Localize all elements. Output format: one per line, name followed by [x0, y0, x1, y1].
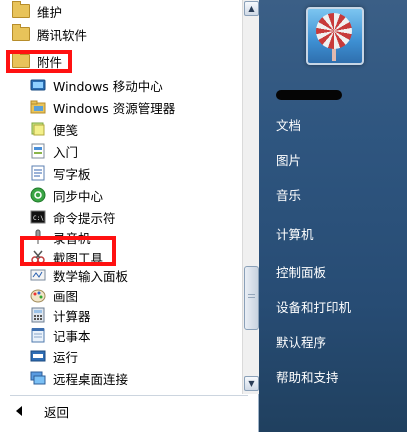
program-label: 数学输入面板: [53, 268, 129, 284]
highlight-box-snipping-tool: [20, 236, 116, 266]
program-label: 记事本: [53, 328, 91, 344]
explorer-icon: [30, 99, 46, 115]
scroll-up-icon[interactable]: ▲: [244, 1, 259, 16]
program-item-paint[interactable]: 画图: [30, 284, 242, 306]
program-label: 画图: [53, 288, 79, 304]
program-label: 运行: [53, 349, 79, 365]
scroll-down-icon[interactable]: ▼: [244, 376, 259, 391]
program-label: 远程桌面连接: [53, 371, 129, 387]
program-item-explorer[interactable]: Windows 资源管理器: [30, 96, 242, 118]
program-item-calculator[interactable]: 计算器: [30, 304, 242, 326]
program-label: 入门: [53, 144, 79, 160]
program-item-getting-started[interactable]: 入门: [30, 140, 242, 162]
program-item-run[interactable]: 运行: [30, 345, 242, 367]
program-label: 同步中心: [53, 188, 104, 204]
program-item-math-input[interactable]: 数学输入面板: [30, 264, 242, 286]
program-item-mobility-center[interactable]: Windows 移动中心: [30, 74, 242, 96]
back-button[interactable]: 返回: [12, 400, 242, 422]
mobility-center-icon: [30, 77, 46, 93]
link-help-support[interactable]: 帮助和支持: [276, 367, 339, 389]
link-documents[interactable]: 文档: [276, 115, 301, 137]
highlight-box-accessories: [6, 50, 72, 73]
user-avatar[interactable]: [306, 7, 364, 65]
program-item-notepad[interactable]: 记事本: [30, 324, 242, 346]
program-label: Windows 移动中心: [53, 78, 163, 94]
divider: [10, 395, 248, 396]
link-music[interactable]: 音乐: [276, 185, 301, 207]
avatar-pinwheel: [316, 13, 352, 49]
run-icon: [30, 348, 46, 364]
link-control-panel[interactable]: 控制面板: [276, 262, 326, 284]
program-item-maintenance[interactable]: 维护: [12, 0, 242, 22]
getting-started-icon: [30, 143, 46, 159]
program-label: 命令提示符: [53, 210, 116, 226]
username-redacted: [276, 90, 342, 100]
math-input-icon: [30, 267, 46, 283]
cmd-icon: C:\: [30, 209, 46, 225]
remote-desktop-icon: [30, 370, 46, 386]
notepad-icon: [30, 327, 46, 343]
program-label: 维护: [37, 4, 63, 20]
sync-center-icon: [30, 187, 46, 203]
program-label: Windows 资源管理器: [53, 100, 176, 116]
scrollbar-thumb[interactable]: [244, 266, 259, 330]
program-label: 计算器: [53, 308, 91, 324]
program-item-tencent[interactable]: 腾讯软件: [12, 23, 242, 45]
program-label: 写字板: [53, 166, 91, 182]
wordpad-icon: [30, 165, 46, 181]
program-item-remote-desktop[interactable]: 远程桌面连接: [30, 367, 242, 389]
program-label: 腾讯软件: [37, 27, 88, 43]
programs-scrollbar[interactable]: ▲ ▼: [242, 0, 259, 394]
link-devices-printers[interactable]: 设备和打印机: [276, 297, 351, 319]
program-label: 便笺: [53, 122, 79, 138]
sticky-notes-icon: [30, 121, 46, 137]
program-item-sticky-notes[interactable]: 便笺: [30, 118, 242, 140]
programs-list: 维护 腾讯软件 附件 Windows 移动中心 Windows 资源管理器 便笺…: [0, 0, 242, 394]
link-pictures[interactable]: 图片: [276, 150, 301, 172]
program-item-wordpad[interactable]: 写字板: [30, 162, 242, 184]
programs-panel: 维护 腾讯软件 附件 Windows 移动中心 Windows 资源管理器 便笺…: [0, 0, 259, 432]
paint-icon: [30, 287, 46, 303]
link-default-programs[interactable]: 默认程序: [276, 332, 326, 354]
calculator-icon: [30, 307, 46, 323]
folder-icon: [12, 1, 30, 18]
back-arrow-icon: [16, 406, 22, 416]
program-item-cmd[interactable]: C:\ 命令提示符: [30, 206, 242, 228]
link-computer[interactable]: 计算机: [276, 224, 314, 246]
program-item-sync-center[interactable]: 同步中心: [30, 184, 242, 206]
back-label: 返回: [44, 404, 70, 420]
svg-text:C:\: C:\: [33, 215, 44, 222]
folder-icon: [12, 24, 30, 41]
